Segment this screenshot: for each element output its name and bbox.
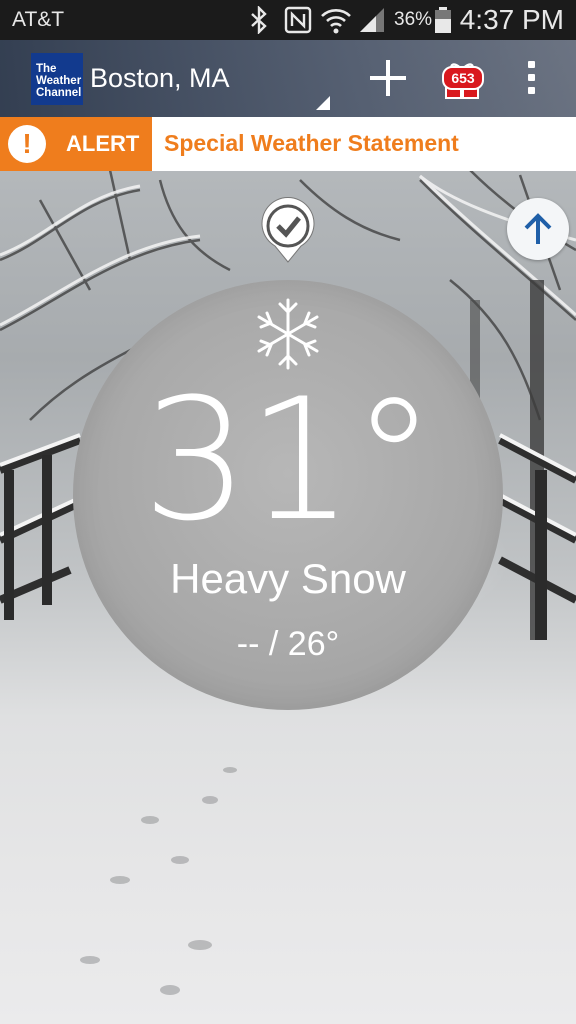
nfc-icon (284, 6, 312, 39)
clock: 4:37 PM (459, 4, 564, 35)
condition-text: Heavy Snow (170, 555, 406, 602)
menu-dot (527, 74, 535, 81)
location-selector[interactable]: Boston, MA (90, 63, 230, 94)
weather-channel-logo[interactable]: The Weather Channel (31, 53, 83, 105)
overflow-menu-button[interactable] (520, 58, 542, 98)
exclamation-icon: ! (8, 125, 46, 163)
plus-icon (370, 60, 406, 96)
carrier-name: AT&T (12, 8, 65, 31)
alert-label: ALERT (66, 131, 140, 156)
weather-alert-banner[interactable]: ! ALERT Special Weather Statement (0, 117, 576, 171)
battery-icon (434, 6, 452, 39)
battery-percent: 36% (394, 9, 433, 30)
menu-dot (527, 87, 535, 94)
dropdown-corner-icon (316, 96, 330, 110)
status-bar: AT&T 36% 4:37 PM (0, 0, 576, 40)
current-temperature: 31° (142, 362, 436, 558)
arrow-up-icon (524, 213, 552, 244)
alert-badge: ! ALERT (0, 117, 152, 171)
check-location-pin-icon[interactable] (259, 196, 317, 266)
gift-button[interactable]: 653 (434, 58, 490, 102)
scroll-up-button[interactable] (507, 198, 569, 260)
wifi-icon (320, 6, 352, 41)
bluetooth-icon (248, 5, 270, 39)
add-location-button[interactable] (366, 56, 410, 100)
alert-title[interactable]: Special Weather Statement (164, 130, 459, 157)
app-bar: The Weather Channel Boston, MA 653 (0, 40, 576, 117)
menu-dot (527, 61, 535, 68)
high-low-temperature: -- / 26° (236, 625, 340, 663)
signal-icon (358, 6, 386, 39)
gift-count-badge: 653 (442, 66, 484, 90)
